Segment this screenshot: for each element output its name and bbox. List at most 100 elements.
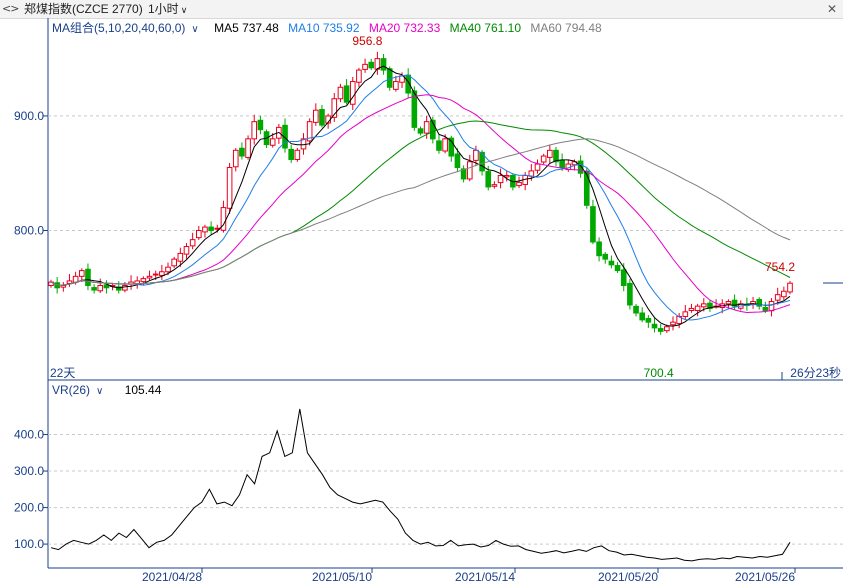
candlestick bbox=[48, 279, 54, 288]
candlestick bbox=[362, 58, 368, 73]
candle-body bbox=[436, 140, 442, 151]
candle-body bbox=[380, 58, 387, 71]
candle-body bbox=[232, 149, 239, 168]
candle-body bbox=[540, 155, 547, 163]
ma60-line bbox=[50, 138, 791, 286]
candlestick bbox=[349, 76, 356, 110]
candlestick bbox=[202, 224, 208, 238]
candle-body bbox=[189, 239, 196, 247]
candlestick bbox=[405, 68, 411, 98]
candle-body bbox=[312, 109, 319, 123]
candle-body bbox=[417, 128, 424, 134]
candlestick bbox=[337, 83, 344, 103]
candlestick bbox=[787, 280, 793, 295]
chart-canvas[interactable]: 900.0 800.0 400.0 300.0 200.0 100.0 956.8 700.… bbox=[0, 0, 843, 584]
vr-tick-label: 300.0 bbox=[14, 464, 44, 478]
x-tick-label: 2021/04/28 bbox=[142, 570, 202, 584]
candlestick bbox=[159, 264, 165, 281]
candlestick bbox=[183, 243, 190, 259]
candle-body bbox=[547, 149, 553, 158]
chart-window: <> 郑煤指数(CZCE 2770) 1小时 ∨ ✕ MA组合(5,10,20,4… bbox=[0, 0, 843, 584]
candlestick bbox=[97, 278, 104, 294]
candle-body bbox=[583, 170, 590, 206]
candlestick bbox=[195, 225, 202, 240]
candlestick bbox=[756, 297, 763, 310]
candlestick bbox=[590, 199, 596, 245]
candle-body bbox=[774, 294, 781, 301]
x-tick-label: 2021/05/26 bbox=[735, 570, 795, 584]
candlestick bbox=[85, 263, 91, 291]
candle-body bbox=[608, 260, 615, 266]
candlestick bbox=[60, 282, 67, 292]
candlestick bbox=[670, 316, 676, 331]
candle-body bbox=[596, 241, 602, 257]
candle-body bbox=[694, 305, 701, 311]
candle-body bbox=[245, 138, 251, 158]
candle-body bbox=[781, 290, 787, 298]
candle-body bbox=[294, 149, 301, 160]
candle-body bbox=[651, 323, 658, 329]
last-price-label: 754.2 bbox=[765, 260, 795, 274]
candlestick bbox=[608, 255, 615, 269]
candle-body bbox=[122, 285, 128, 291]
candlestick bbox=[91, 284, 97, 294]
candle-body bbox=[614, 265, 621, 272]
candle-body bbox=[91, 287, 97, 291]
candle-body bbox=[103, 284, 110, 289]
candlestick bbox=[300, 133, 307, 155]
candlestick bbox=[66, 274, 73, 287]
candlestick bbox=[707, 299, 713, 312]
candlestick bbox=[220, 200, 227, 233]
candle-body bbox=[620, 269, 627, 287]
candle-body bbox=[639, 312, 646, 321]
candle-body bbox=[152, 273, 159, 276]
candlestick bbox=[171, 256, 177, 269]
countdown-label: 26分23秒 bbox=[790, 366, 841, 380]
candlestick bbox=[768, 298, 775, 317]
x-tick-label: 2021/05/10 bbox=[312, 570, 372, 584]
x-tick-label: 2021/05/14 bbox=[455, 570, 515, 584]
candlestick bbox=[232, 148, 239, 172]
candlestick bbox=[417, 126, 424, 136]
ma10-line bbox=[50, 74, 791, 321]
candlestick bbox=[682, 304, 689, 320]
candle-body bbox=[423, 121, 430, 134]
candlestick bbox=[781, 286, 787, 301]
candlestick bbox=[319, 104, 325, 128]
candlestick bbox=[343, 79, 350, 105]
candlestick bbox=[633, 304, 639, 317]
candle-body bbox=[516, 181, 522, 187]
candle-body bbox=[657, 328, 664, 332]
candle-body bbox=[165, 266, 171, 273]
candle-body bbox=[466, 161, 473, 180]
candlestick bbox=[245, 135, 251, 160]
candlestick bbox=[208, 221, 214, 236]
candle-body bbox=[664, 326, 670, 332]
candlestick bbox=[614, 262, 621, 273]
candlestick bbox=[128, 275, 134, 290]
candle-body bbox=[682, 311, 689, 317]
candlestick bbox=[393, 75, 399, 92]
candle-body bbox=[442, 138, 448, 152]
candlestick bbox=[596, 237, 602, 262]
candlestick bbox=[516, 176, 522, 188]
candle-body bbox=[688, 307, 695, 311]
candle-body bbox=[177, 252, 184, 262]
candlestick bbox=[312, 103, 319, 126]
vr-tick-label: 100.0 bbox=[14, 537, 44, 551]
candle-body bbox=[288, 148, 294, 160]
candlestick bbox=[547, 144, 553, 164]
candle-body bbox=[362, 63, 368, 70]
candle-body bbox=[195, 230, 202, 239]
candle-body bbox=[534, 163, 541, 171]
candlestick bbox=[750, 296, 756, 309]
candlestick bbox=[639, 307, 646, 323]
candle-body bbox=[485, 171, 492, 188]
candlestick bbox=[103, 280, 110, 294]
candlestick bbox=[380, 54, 387, 75]
candle-body bbox=[146, 275, 153, 279]
candle-body bbox=[171, 258, 177, 267]
candle-body bbox=[208, 226, 214, 232]
candle-body bbox=[725, 301, 732, 305]
candlestick bbox=[325, 113, 331, 129]
